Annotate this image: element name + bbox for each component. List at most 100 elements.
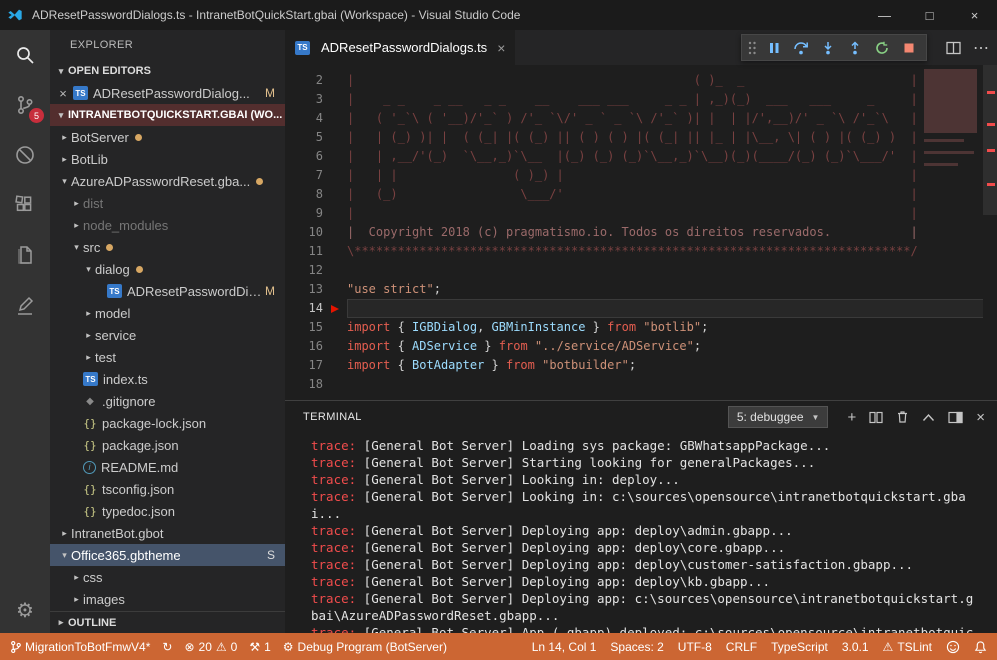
step-over-button[interactable] <box>789 36 813 60</box>
toggle-panel-icon[interactable] <box>948 411 963 424</box>
tree-item-gitignore[interactable]: ◆.gitignore <box>50 390 285 412</box>
debug-target-button[interactable]: ⚙Debug Program (BotServer) <box>283 640 447 654</box>
more-actions-icon[interactable]: ⋯ <box>973 38 989 58</box>
files-icon[interactable] <box>0 230 50 280</box>
new-terminal-icon[interactable]: + <box>847 409 856 426</box>
terminal-line: trace: [General Bot Server] Deploying ap… <box>311 522 979 539</box>
cursor-position[interactable]: Ln 14, Col 1 <box>532 640 597 654</box>
code-line-6[interactable]: 6| | ,__/'(_) `\__,_)`\__ |(_) (_) (_)`\… <box>285 147 997 166</box>
trace-text: [General Bot Server] Looking in: deploy.… <box>356 472 680 487</box>
tree-item-images[interactable]: ▸images <box>50 588 285 610</box>
git-file-icon: ◆ <box>83 396 97 407</box>
code-line-17[interactable]: 17import { BotAdapter } from "botbuilder… <box>285 356 997 375</box>
code-line-5[interactable]: 5| | (_) )| | ( (_| |( (_) || ( ) ( ) |(… <box>285 128 997 147</box>
code-line-7[interactable]: 7| | | ( )_) | | <box>285 166 997 185</box>
tslint-status[interactable]: ⚠TSLint <box>883 640 932 654</box>
trace-prefix: trace: <box>311 574 356 589</box>
tree-item-tsconfig-json[interactable]: {}tsconfig.json <box>50 478 285 500</box>
language-mode[interactable]: TypeScript <box>771 640 828 654</box>
pause-button[interactable] <box>762 36 786 60</box>
split-terminal-icon[interactable] <box>869 411 883 424</box>
tree-item-model[interactable]: ▸model <box>50 302 285 324</box>
typescript-version[interactable]: 3.0.1 <box>842 640 869 654</box>
close-panel-icon[interactable]: × <box>976 409 985 426</box>
terminal-output[interactable]: trace: [General Bot Server] Loading sys … <box>285 433 997 633</box>
split-editor-icon[interactable] <box>946 41 961 55</box>
gear-icon[interactable]: ⚙ <box>0 587 50 633</box>
editor-scrollbar[interactable] <box>983 65 997 400</box>
encoding[interactable]: UTF-8 <box>678 640 712 654</box>
title-bar: ADResetPasswordDialogs.ts - IntranetBotQ… <box>0 0 997 30</box>
code-line-14[interactable]: 14 <box>285 299 997 318</box>
tab-close-icon[interactable]: × <box>497 40 505 56</box>
terminal-tab[interactable]: TERMINAL <box>303 411 362 423</box>
minimize-button[interactable]: — <box>862 0 907 30</box>
code-line-12[interactable]: 12 <box>285 261 997 280</box>
code-line-8[interactable]: 8| (_) \___/' | <box>285 185 997 204</box>
tree-item-dialog[interactable]: ▾dialog <box>50 258 285 280</box>
code-line-15[interactable]: 15import { IGBDialog, GBMinInstance } fr… <box>285 318 997 337</box>
drag-handle-icon[interactable] <box>747 40 757 56</box>
maximize-button[interactable]: □ <box>907 0 952 30</box>
minimap[interactable] <box>921 65 983 400</box>
code-line-4[interactable]: 4| ( '_`\ ( '__)/'_` ) /'_ `\/' _ ` _ `\… <box>285 109 997 128</box>
tree-item-package-lock-json[interactable]: {}package-lock.json <box>50 412 285 434</box>
tree-item-label: images <box>83 592 125 607</box>
open-editor-item[interactable]: × TS ADResetPasswordDialog... M <box>50 82 285 104</box>
tree-item-botlib[interactable]: ▸BotLib <box>50 148 285 170</box>
step-out-button[interactable] <box>843 36 867 60</box>
search-icon[interactable] <box>0 30 50 80</box>
code-editor[interactable]: 2| ( )_ _ |3| _ _ _ __ _ _ __ ___ ___ _ … <box>285 65 997 400</box>
tree-item-azureadpasswordreset-gba[interactable]: ▾AzureADPasswordReset.gba... <box>50 170 285 192</box>
code-line-16[interactable]: 16import { ADService } from "../service/… <box>285 337 997 356</box>
scrollbar-slider[interactable] <box>983 65 997 215</box>
outline-section-header[interactable]: ▸ OUTLINE <box>50 611 285 633</box>
tree-item-dist[interactable]: ▸dist <box>50 192 285 214</box>
step-into-button[interactable] <box>816 36 840 60</box>
workspace-section-header[interactable]: ▾ INTRANETBOTQUICKSTART.GBAI (WO... <box>50 104 285 126</box>
stop-button[interactable] <box>897 36 921 60</box>
extensions-icon[interactable] <box>0 180 50 230</box>
tree-item-test[interactable]: ▸test <box>50 346 285 368</box>
tree-item-readme-md[interactable]: iREADME.md <box>50 456 285 478</box>
kill-terminal-icon[interactable] <box>896 410 909 424</box>
tree-item-css[interactable]: ▸css <box>50 566 285 588</box>
debug-icon[interactable] <box>0 130 50 180</box>
debug-gear-icon: ⚙ <box>283 640 294 654</box>
code-line-18[interactable]: 18 <box>285 375 997 394</box>
code-line-13[interactable]: 13"use strict"; <box>285 280 997 299</box>
tree-item-service[interactable]: ▸service <box>50 324 285 346</box>
feedback-smiley-icon[interactable] <box>946 640 960 654</box>
code-line-10[interactable]: 10| Copyright 2018 (c) pragmatismo.io. T… <box>285 223 997 242</box>
tree-item-index-ts[interactable]: TSindex.ts <box>50 368 285 390</box>
sync-button[interactable]: ↻ <box>162 640 172 654</box>
open-editors-header[interactable]: ▾ OPEN EDITORS <box>50 60 285 82</box>
code-line-2[interactable]: 2| ( )_ _ | <box>285 71 997 90</box>
code-line-9[interactable]: 9| | <box>285 204 997 223</box>
restart-button[interactable] <box>870 36 894 60</box>
close-editor-icon[interactable]: × <box>56 86 70 101</box>
code-line-3[interactable]: 3| _ _ _ __ _ _ __ ___ ___ _ _ | ,_)(_) … <box>285 90 997 109</box>
terminal-selector[interactable]: 5: debuggee ▼ <box>728 406 829 428</box>
tasks-button[interactable]: ⚒1 <box>249 640 270 654</box>
tree-item-adresetpassworddial[interactable]: TSADResetPasswordDial...M <box>50 280 285 302</box>
code-line-11[interactable]: 11\*************************************… <box>285 242 997 261</box>
edit-icon[interactable] <box>0 280 50 330</box>
notifications-bell-icon[interactable] <box>974 640 987 654</box>
tree-item-node-modules[interactable]: ▸node_modules <box>50 214 285 236</box>
tree-item-intranetbot-gbot[interactable]: ▸IntranetBot.gbot <box>50 522 285 544</box>
tree-item-office365-gbtheme[interactable]: ▾Office365.gbthemeS <box>50 544 285 566</box>
close-button[interactable]: × <box>952 0 997 30</box>
tree-item-botserver[interactable]: ▸BotServer <box>50 126 285 148</box>
eol-sequence[interactable]: CRLF <box>726 640 757 654</box>
tree-item-typedoc-json[interactable]: {}typedoc.json <box>50 500 285 522</box>
source-control-icon[interactable]: 5 <box>0 80 50 130</box>
maximize-panel-icon[interactable] <box>922 413 935 422</box>
problems-button[interactable]: ⊗20 ⚠0 <box>184 640 237 654</box>
tree-item-package-json[interactable]: {}package.json <box>50 434 285 456</box>
open-editor-label: ADResetPasswordDialog... <box>93 86 250 101</box>
tree-item-src[interactable]: ▾src <box>50 236 285 258</box>
tab-adresetpassworddialogs[interactable]: TS ADResetPasswordDialogs.ts × <box>285 30 515 65</box>
indentation[interactable]: Spaces: 2 <box>610 640 663 654</box>
git-branch-button[interactable]: MigrationToBotFmwV4* <box>10 640 150 654</box>
